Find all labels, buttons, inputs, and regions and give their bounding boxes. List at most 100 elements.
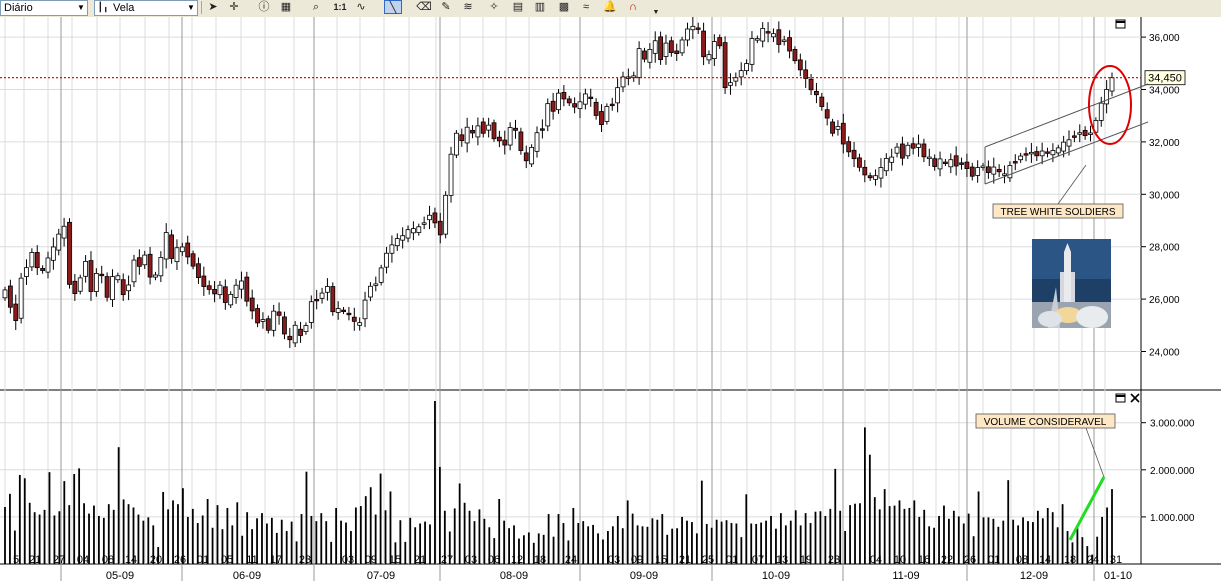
volume-bar xyxy=(582,521,585,564)
wave-icon[interactable]: ≈ xyxy=(578,0,594,14)
info-icon[interactable]: ⓘ xyxy=(256,0,272,14)
date-day-label: 03 xyxy=(465,554,477,566)
volume-bar xyxy=(325,521,328,564)
volume-bar xyxy=(48,472,51,564)
style-select-value: Vela xyxy=(113,2,135,14)
volume-bar xyxy=(285,531,288,564)
volume-bar xyxy=(1007,480,1010,564)
volume-bar xyxy=(434,401,436,564)
period-select[interactable]: Diário ▼ xyxy=(0,0,88,16)
volume-bar xyxy=(162,491,165,564)
date-day-label: 04 xyxy=(870,554,882,566)
crosshair-icon[interactable]: ✛ xyxy=(226,0,242,14)
date-day-label: 23 xyxy=(299,554,311,566)
date-day-label: 01 xyxy=(988,554,1000,566)
alert-bell-icon[interactable]: 🔔 xyxy=(602,0,618,14)
volume-axis-labels: 1.000.000 2.000.000 3.000.000 xyxy=(1141,419,1195,524)
volume-bar xyxy=(191,508,194,564)
volume-bar xyxy=(320,513,323,564)
date-month-label: 05-09 xyxy=(106,570,134,581)
grid-icon[interactable]: ▦ xyxy=(278,0,294,14)
date-day-label: 16 xyxy=(918,554,930,566)
date-axis-labels: 5 21 27 04 08 14 20 26 01 05 11 17 23 03 09 15 21 27 03 06 1… xyxy=(13,554,1132,581)
volume-tick-label: 2.000.000 xyxy=(1150,466,1195,477)
date-day-label: 15 xyxy=(389,554,401,566)
candlestick xyxy=(18,272,24,324)
volume-bar xyxy=(587,526,590,564)
volume-bar xyxy=(592,524,594,564)
date-day-label: 05 xyxy=(221,554,233,566)
candlestick xyxy=(448,146,454,203)
volume-bar xyxy=(844,531,847,564)
price-tick-label: 28,000 xyxy=(1149,243,1180,254)
date-day-label: 13 xyxy=(776,554,788,566)
volume-bar xyxy=(523,535,525,564)
study-icon[interactable]: ▤ xyxy=(510,0,526,14)
date-day-label: 5 xyxy=(13,554,19,566)
candlestick xyxy=(190,250,196,270)
date-day-label: 23 xyxy=(828,554,840,566)
indicator-icon[interactable]: ∿ xyxy=(353,0,369,14)
volume-bar xyxy=(794,510,797,564)
volume-bar xyxy=(18,474,21,564)
volume-bar xyxy=(557,514,560,564)
volume-bar xyxy=(23,478,26,564)
candlestick xyxy=(67,218,72,289)
candlestick xyxy=(604,103,610,125)
chart-area[interactable]: 24,000 26,000 28,000 30,000 32,000 34,000 36,0… xyxy=(0,17,1221,581)
volume-bar xyxy=(211,527,214,564)
volume-bar xyxy=(952,510,955,564)
date-day-label: 12 xyxy=(511,554,523,566)
date-day-label: 24 xyxy=(1087,554,1099,566)
volume-bar xyxy=(552,536,555,564)
volume-bar xyxy=(849,505,851,564)
zoom-icon[interactable]: ⌕ xyxy=(308,0,324,14)
volume-bar xyxy=(1002,520,1005,564)
volume-bar xyxy=(182,488,184,564)
volume-bar xyxy=(1101,516,1104,564)
volume-bar xyxy=(977,491,980,564)
volume-bar xyxy=(527,532,530,564)
volume-bar xyxy=(458,483,461,564)
date-day-label: 22 xyxy=(941,554,953,566)
volume-bar xyxy=(1081,537,1084,564)
study-icon[interactable]: ✧ xyxy=(486,0,502,14)
volume-bar xyxy=(765,520,767,564)
date-day-label: 06 xyxy=(488,554,500,566)
line-draw-icon[interactable]: ╲ xyxy=(384,0,402,14)
magnet-icon[interactable]: ∩ xyxy=(625,0,641,14)
date-day-label: 08 xyxy=(1016,554,1028,566)
maximize-icon[interactable] xyxy=(1115,19,1126,29)
chart-icon[interactable]: ▥ xyxy=(532,0,548,14)
fibonacci-icon[interactable]: ≋ xyxy=(460,0,476,14)
date-month-label: 01-10 xyxy=(1104,570,1132,581)
volume-bar xyxy=(186,516,189,564)
date-day-label: 21 xyxy=(29,554,41,566)
volume-series xyxy=(4,401,1113,564)
chevron-down-icon[interactable]: ▼ xyxy=(185,1,197,15)
candlestick xyxy=(104,272,110,302)
volume-bar xyxy=(626,500,629,564)
volume-bar xyxy=(1106,507,1108,564)
volume-bar xyxy=(720,521,723,564)
scale-1to1-icon[interactable]: 1:1 xyxy=(332,0,348,14)
volume-tick-label: 1.000.000 xyxy=(1150,513,1195,524)
volume-bar xyxy=(770,515,772,564)
volume-bar xyxy=(814,511,817,564)
volume-bar xyxy=(261,513,263,564)
maximize-icon[interactable] xyxy=(1115,393,1126,403)
volume-bar xyxy=(789,520,792,564)
toolbar: Diário ▼ Vela ┃╻ ▼ ➤ ✛ ⓘ ▦ ⌕ 1:1 ∿ ╲ ⌫ ✎… xyxy=(0,0,1221,18)
close-icon[interactable] xyxy=(1130,393,1140,403)
cursor-arrow-icon[interactable]: ➤ xyxy=(205,0,221,14)
style-select[interactable]: Vela ┃╻ ▼ xyxy=(94,0,198,16)
chart-icon[interactable]: ▩ xyxy=(556,0,572,14)
price-tick-label: 34,000 xyxy=(1149,86,1180,97)
draw-tools-icon[interactable]: ✎ xyxy=(438,0,454,14)
date-day-label: 07 xyxy=(752,554,764,566)
volume-bar xyxy=(404,541,407,564)
chevron-down-icon[interactable]: ▼ xyxy=(75,1,87,15)
date-day-label: 08 xyxy=(102,554,114,566)
eraser-icon[interactable]: ⌫ xyxy=(416,0,432,14)
date-day-label: 14 xyxy=(125,554,137,566)
